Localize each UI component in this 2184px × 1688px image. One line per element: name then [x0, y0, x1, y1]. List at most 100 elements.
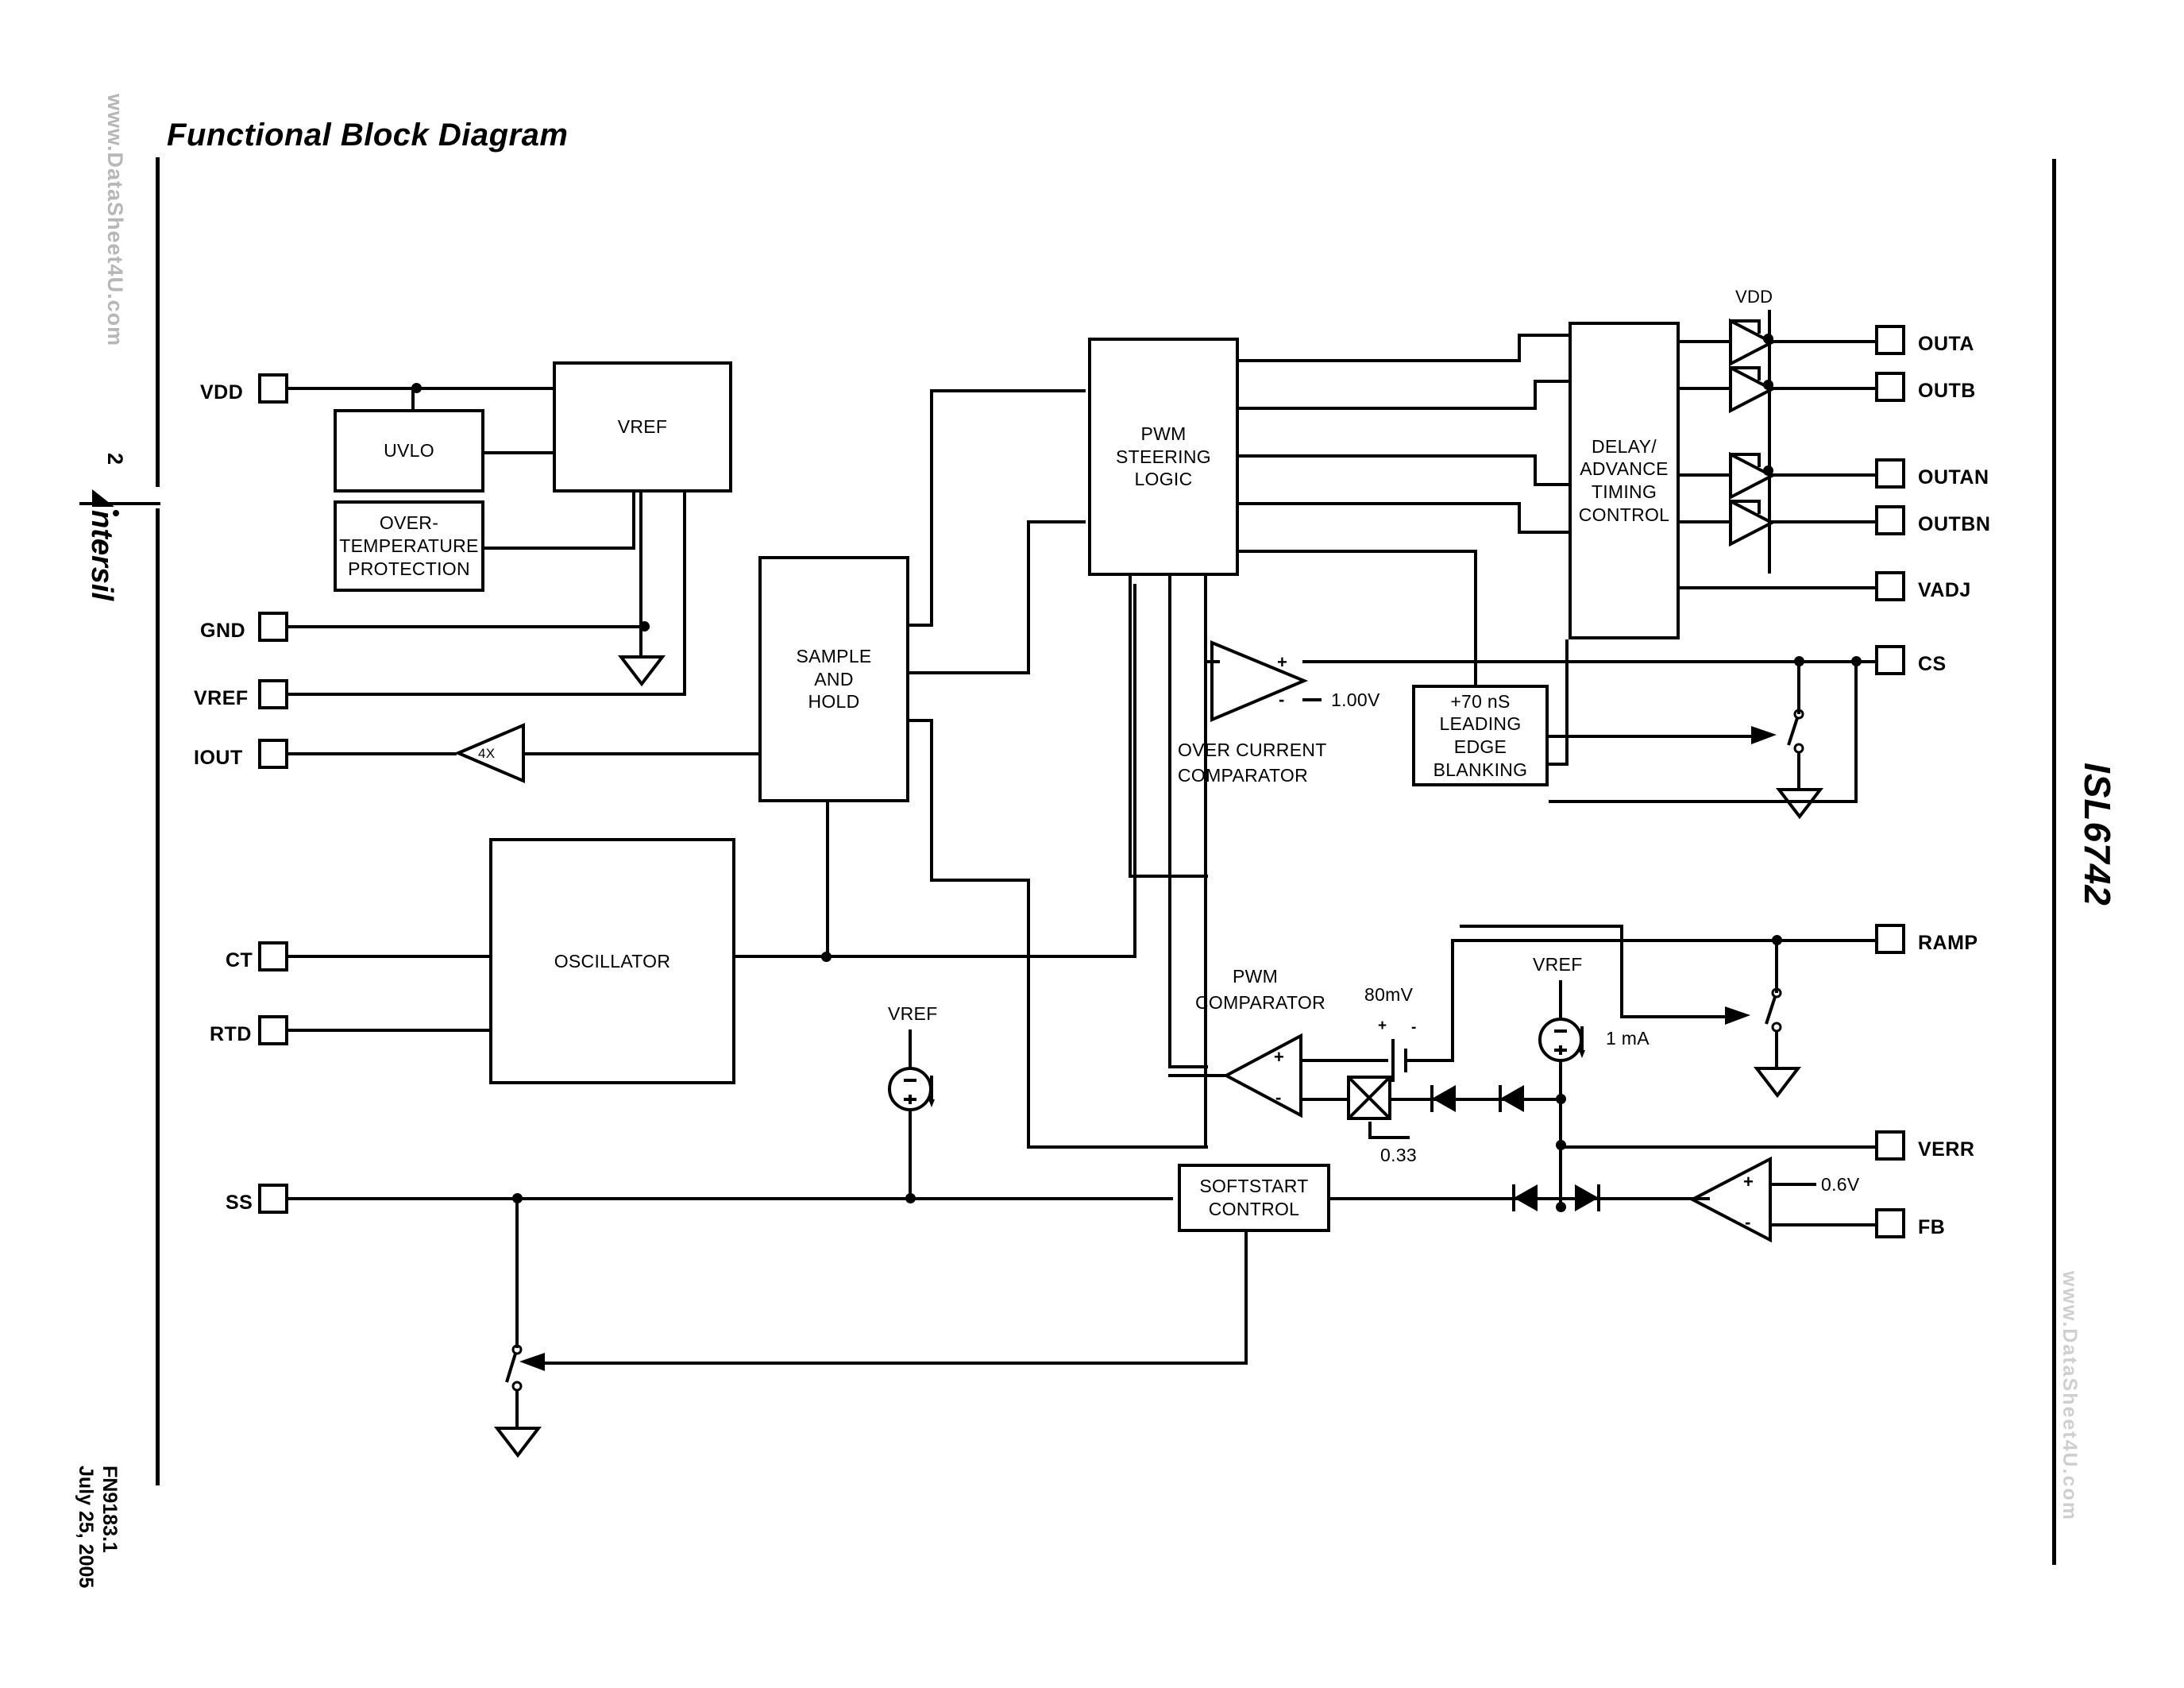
wire-vref-to-gnd [639, 491, 642, 628]
pin-label-rtd: RTD [210, 1023, 252, 1045]
pin-box-rtd[interactable] [258, 1015, 288, 1045]
pin-box-fb[interactable] [1875, 1208, 1905, 1238]
block-delay-label-3: TIMING [1591, 481, 1657, 502]
left-margin-rule-horizontal [79, 502, 160, 505]
diode-softstart-1 [1512, 1184, 1538, 1211]
block-delay-label-2: ADVANCE [1580, 458, 1669, 480]
pin-label-outa: OUTA [1918, 333, 1974, 355]
pin-box-verr[interactable] [1875, 1130, 1905, 1161]
wire-gnd-down [639, 625, 642, 657]
wire-leb-out [1549, 735, 1759, 738]
pin-box-ss[interactable] [258, 1184, 288, 1214]
wire-ramp-switch-bottom [1775, 1030, 1778, 1068]
pin-box-outbn[interactable] [1875, 505, 1905, 535]
wire-ct [288, 955, 489, 958]
driver-buffer-outa [1729, 318, 1776, 367]
pin-box-gnd[interactable] [258, 612, 288, 642]
wire-osc-out [735, 955, 1136, 958]
wire-uvlo-to-vref [484, 451, 556, 454]
switch-ss-discharge[interactable] [497, 1342, 545, 1409]
wire-verr [1559, 1145, 1875, 1149]
block-leading-edge-blanking: +70 nS LEADING EDGE BLANKING [1412, 685, 1549, 786]
pin-box-cs[interactable] [1875, 645, 1905, 675]
vref-source-label-verr: VREF [1533, 954, 1583, 975]
wire-outa [1770, 340, 1875, 343]
wire-outbn [1770, 520, 1875, 523]
page-title: Functional Block Diagram [167, 118, 569, 153]
pin-box-outa[interactable] [1875, 325, 1905, 355]
intersil-logo: ntersil [76, 489, 152, 707]
amplifier-gain-label: 4X [478, 746, 496, 761]
wire-cs [1799, 660, 1875, 663]
pin-label-iout: IOUT [194, 747, 243, 769]
pin-box-ramp[interactable] [1875, 924, 1905, 954]
wire-outan [1770, 473, 1875, 477]
wire-oc-plus-input [1302, 660, 1799, 663]
pin-box-outan[interactable] [1875, 458, 1905, 489]
wire-erramp-ref [1769, 1183, 1816, 1186]
pin-box-vdd[interactable] [258, 373, 288, 404]
switch-cs-discharge[interactable] [1779, 707, 1827, 771]
attenuator-0p33 [1347, 1076, 1391, 1120]
wire-ramp-drive-up [1620, 925, 1623, 1018]
wire-ramp-drive-left [1460, 925, 1623, 928]
block-uvlo: UVLO [334, 409, 484, 492]
block-sample-and-hold: SAMPLE AND HOLD [758, 556, 909, 802]
offset-minus: - [1411, 1019, 1417, 1036]
wire-ramp-switch-drive [1620, 1015, 1731, 1018]
wire-steer-bottom-1 [1129, 576, 1132, 878]
driver-buffer-outb [1729, 365, 1776, 414]
wire-sh-out2-up [1027, 520, 1030, 674]
wire-cs-down [1854, 660, 1858, 803]
pwm-comparator-label-2: COMPARATOR [1195, 992, 1326, 1013]
oc-comp-plus: + [1277, 652, 1287, 672]
svg-text:ntersil: ntersil [85, 510, 118, 601]
watermark-left: www.DataSheet4U.com [103, 94, 127, 347]
pin-label-gnd: GND [200, 620, 246, 642]
wire-ss-vref-bottom [909, 1111, 912, 1199]
pin-label-ramp: RAMP [1918, 932, 1978, 954]
wire-ss-switch-bottom [515, 1390, 519, 1428]
block-vref: VREF [553, 361, 732, 492]
block-oscillator-label: OSCILLATOR [554, 950, 671, 971]
pin-box-outb[interactable] [1875, 372, 1905, 402]
offset-plus: + [1378, 1018, 1387, 1034]
wire-steer-bottom-3h [1178, 1145, 1208, 1149]
pin-box-vref[interactable] [258, 679, 288, 709]
ground-symbol-vref [617, 655, 666, 687]
ground-symbol-cs [1775, 788, 1824, 820]
vdd-rail-label: VDD [1735, 287, 1773, 307]
wire-leb-top [1474, 639, 1477, 687]
pin-box-vadj[interactable] [1875, 571, 1905, 601]
block-leb-label-2: LEADING [1439, 713, 1522, 735]
comparator-pwm [1222, 1033, 1302, 1118]
pin-box-ct[interactable] [258, 941, 288, 971]
wire-steer-3b [1534, 454, 1537, 486]
footer-date: July 25, 2005 [75, 1466, 97, 1589]
wire-rtd [288, 1029, 489, 1032]
wire-sh-out2-top [1027, 520, 1086, 523]
wire-steer-3a [1239, 454, 1537, 458]
pin-box-iout[interactable] [258, 739, 288, 769]
fb-reference-label: 0.6V [1821, 1174, 1860, 1195]
block-softstart-label-1: SOFTSTART [1199, 1176, 1309, 1197]
right-margin-rule [2052, 159, 2056, 1565]
switch-ramp-discharge[interactable] [1757, 986, 1804, 1049]
wire-ramp [1777, 939, 1875, 942]
wire-pwm-plus-b [1406, 1059, 1454, 1062]
current-source-ss [888, 1067, 935, 1111]
pin-label-ct: CT [226, 949, 253, 971]
wire-steer-bottom-2 [1168, 576, 1171, 1068]
wire-sh-out2 [909, 671, 1030, 674]
pwm-comp-plus: + [1274, 1047, 1284, 1067]
wire-verr-node [1559, 1098, 1562, 1145]
block-leb-label-1: +70 nS [1450, 690, 1511, 712]
wire-sh-out3-to-softstart [1027, 1145, 1178, 1149]
datasheet-page: www.DataSheet4U.com 2 ntersil FN9183.1 J… [0, 0, 2184, 1688]
junction-erramp-out [1556, 1202, 1566, 1212]
wire-steer-4a [1239, 502, 1521, 505]
wire-fb [1769, 1223, 1875, 1226]
pwm-comp-minus: - [1275, 1087, 1282, 1107]
wire-sh-out3-h [930, 879, 1027, 882]
wire-otp-right [484, 547, 635, 550]
